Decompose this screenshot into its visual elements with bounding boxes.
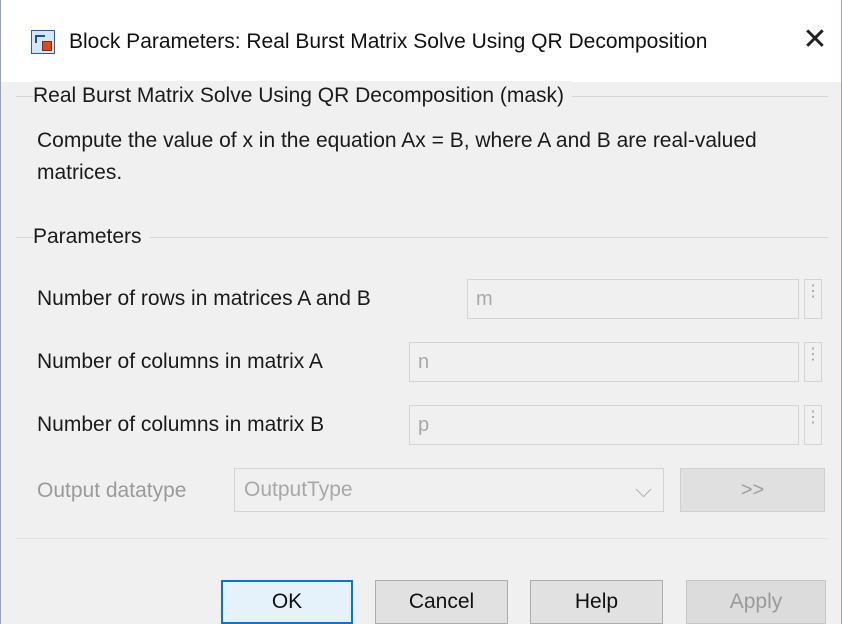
rows-label: Number of rows in matrices A and B <box>37 287 371 310</box>
cols-a-label: Number of columns in matrix A <box>37 350 323 373</box>
cols-a-menu-icon[interactable]: ⋮ <box>804 342 822 382</box>
cols-b-input[interactable]: p <box>409 405 799 445</box>
cols-a-input[interactable]: n <box>409 342 799 382</box>
rows-menu-icon[interactable]: ⋮ <box>804 279 822 319</box>
rows-input[interactable]: m <box>467 279 799 319</box>
title-bar: Block Parameters: Real Burst Matrix Solv… <box>1 0 841 82</box>
ok-button[interactable]: OK <box>221 580 353 624</box>
window-title: Block Parameters: Real Burst Matrix Solv… <box>69 30 708 53</box>
close-icon[interactable]: ✕ <box>797 22 833 58</box>
cols-b-label: Number of columns in matrix B <box>37 413 325 436</box>
mask-description: Compute the value of x in the equation A… <box>37 129 757 184</box>
parameters-group: Parameters <box>16 222 828 252</box>
chevron-down-icon <box>635 481 652 498</box>
block-shape <box>42 41 52 51</box>
mask-group-title: Real Burst Matrix Solve Using QR Decompo… <box>33 81 572 111</box>
cols-b-menu-icon[interactable]: ⋮ <box>804 405 822 445</box>
output-datatype-label: Output datatype <box>37 479 187 502</box>
help-button[interactable]: Help <box>530 580 663 624</box>
block-parameters-dialog: Block Parameters: Real Burst Matrix Solv… <box>0 0 842 624</box>
apply-button[interactable]: Apply <box>686 580 826 624</box>
parameters-group-title: Parameters <box>33 222 150 252</box>
cancel-button[interactable]: Cancel <box>375 580 508 624</box>
mask-group: Real Burst Matrix Solve Using QR Decompo… <box>16 81 828 111</box>
divider <box>16 538 828 539</box>
output-datatype-value: OutputType <box>244 478 353 501</box>
output-datatype-select[interactable]: OutputType <box>234 468 664 512</box>
datatype-assistant-button[interactable]: >> <box>680 468 825 512</box>
simulink-block-icon <box>31 30 55 54</box>
